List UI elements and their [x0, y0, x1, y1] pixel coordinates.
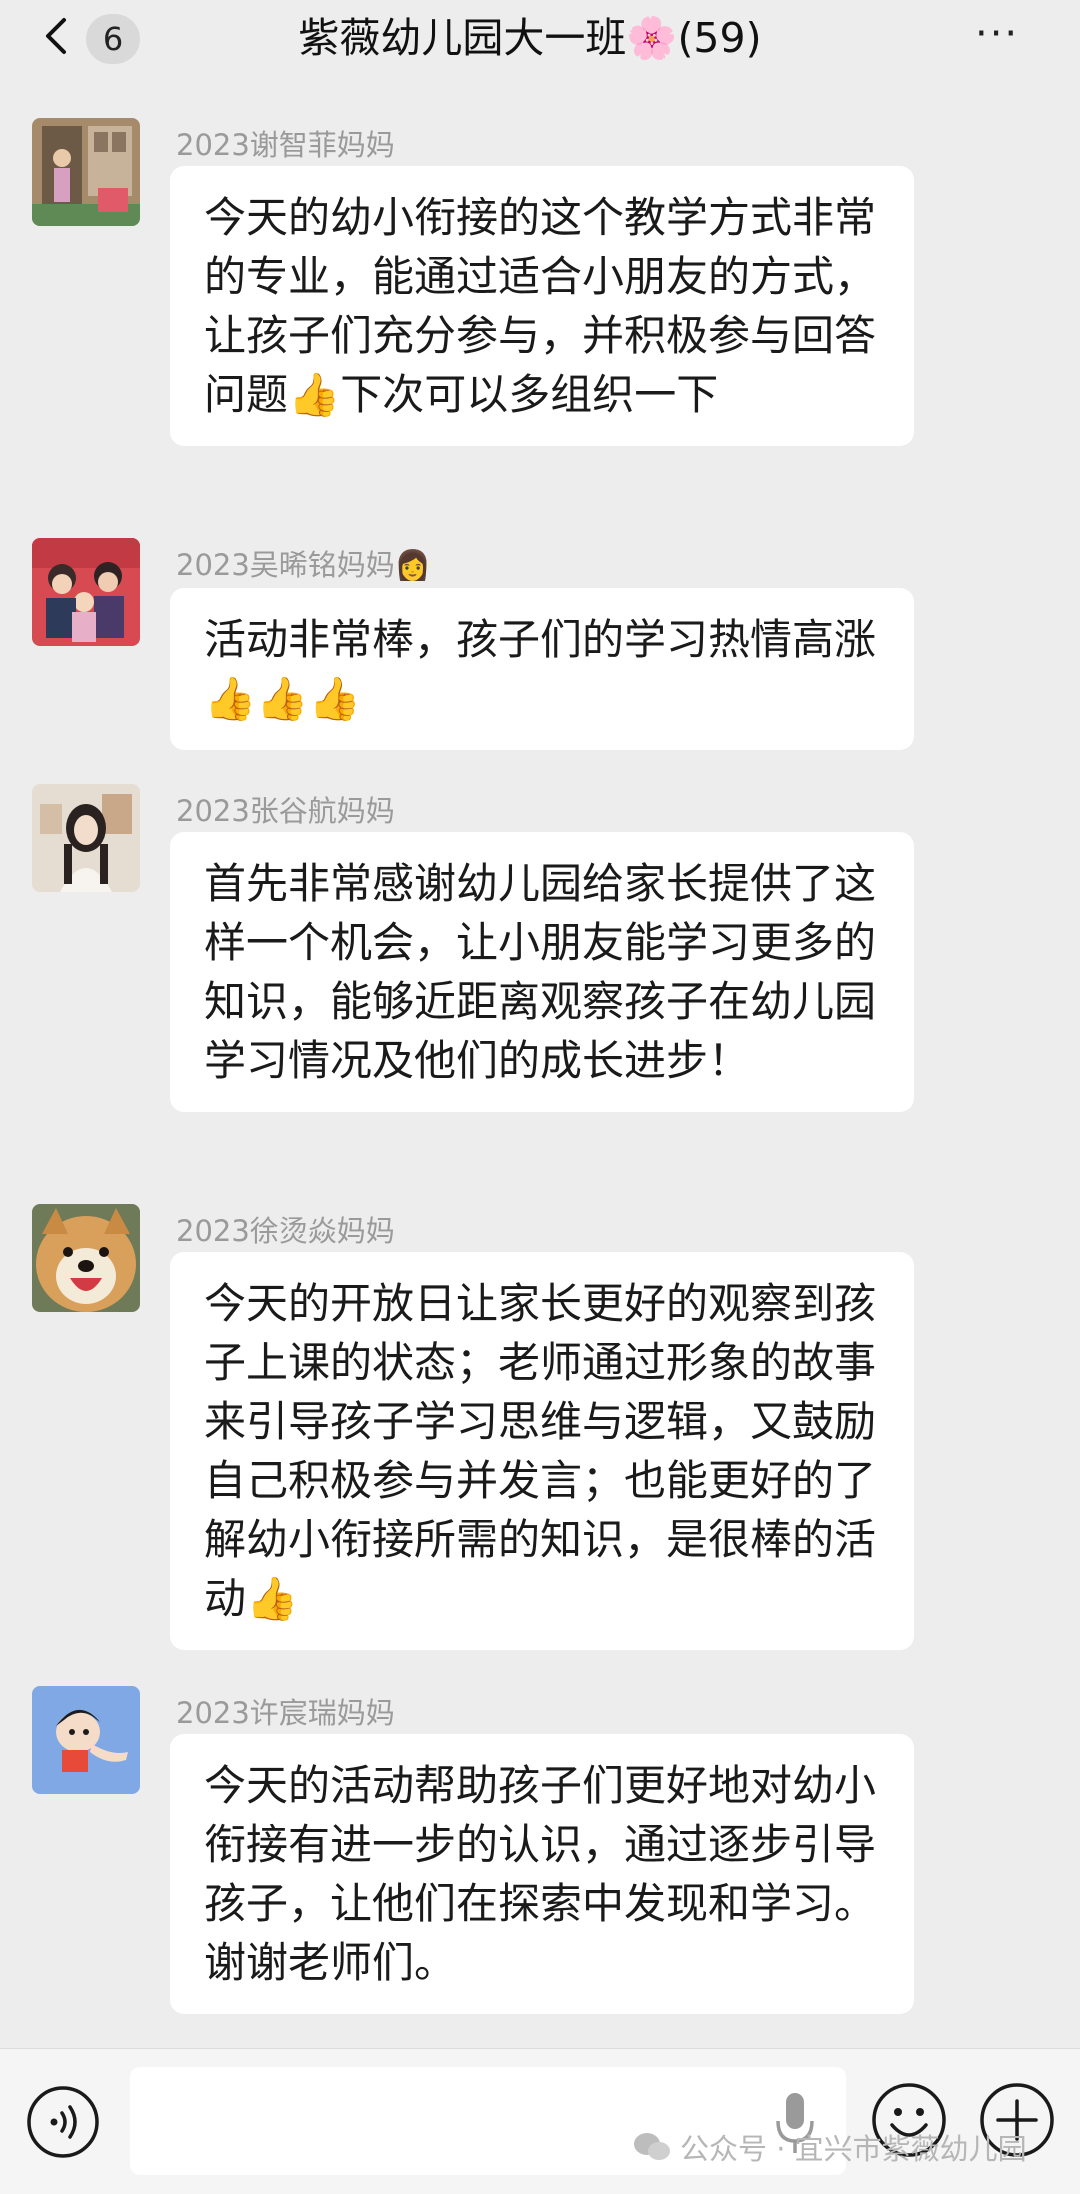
- input-bar: [0, 2048, 1080, 2194]
- message-bubble[interactable]: 活动非常棒，孩子们的学习热情高涨👍👍👍: [170, 588, 914, 750]
- avatar[interactable]: [32, 118, 140, 226]
- watermark-text: 公众号 · 宜兴市紫薇幼儿园: [680, 2132, 1027, 2166]
- unread-count-badge[interactable]: 6: [86, 14, 140, 64]
- avatar[interactable]: [32, 784, 140, 892]
- avatar[interactable]: [32, 1204, 140, 1312]
- message-bubble[interactable]: 今天的幼小衔接的这个教学方式非常的专业，能通过适合小朋友的方式，让孩子们充分参与…: [170, 166, 914, 446]
- avatar[interactable]: [32, 538, 140, 646]
- sender-name: 2023张谷航妈妈: [176, 794, 395, 828]
- message-bubble[interactable]: 今天的活动帮助孩子们更好地对幼小衔接有进一步的认识，通过逐步引导孩子，让他们在探…: [170, 1734, 914, 2014]
- avatar[interactable]: [32, 1686, 140, 1794]
- sender-name: 2023吴晞铭妈妈👩: [176, 548, 431, 582]
- voice-icon[interactable]: [26, 2085, 100, 2159]
- chevron-left-icon[interactable]: [36, 14, 80, 58]
- sender-name: 2023许宸瑞妈妈: [176, 1696, 395, 1730]
- message-bubble[interactable]: 首先非常感谢幼儿园给家长提供了这样一个机会，让小朋友能学习更多的知识，能够近距离…: [170, 832, 914, 1112]
- sender-name: 2023谢智菲妈妈: [176, 128, 395, 162]
- message-bubble[interactable]: 今天的开放日让家长更好的观察到孩子上课的状态；老师通过形象的故事来引导孩子学习思…: [170, 1252, 914, 1650]
- chat-header: 6 紫薇幼儿园大一班🌸(59) ···: [0, 0, 1080, 78]
- sender-name: 2023徐烫焱妈妈: [176, 1214, 395, 1248]
- wechat-icon: [634, 2133, 670, 2160]
- more-options-button[interactable]: ···: [975, 14, 1035, 64]
- chat-title: 紫薇幼儿园大一班🌸(59): [298, 14, 762, 62]
